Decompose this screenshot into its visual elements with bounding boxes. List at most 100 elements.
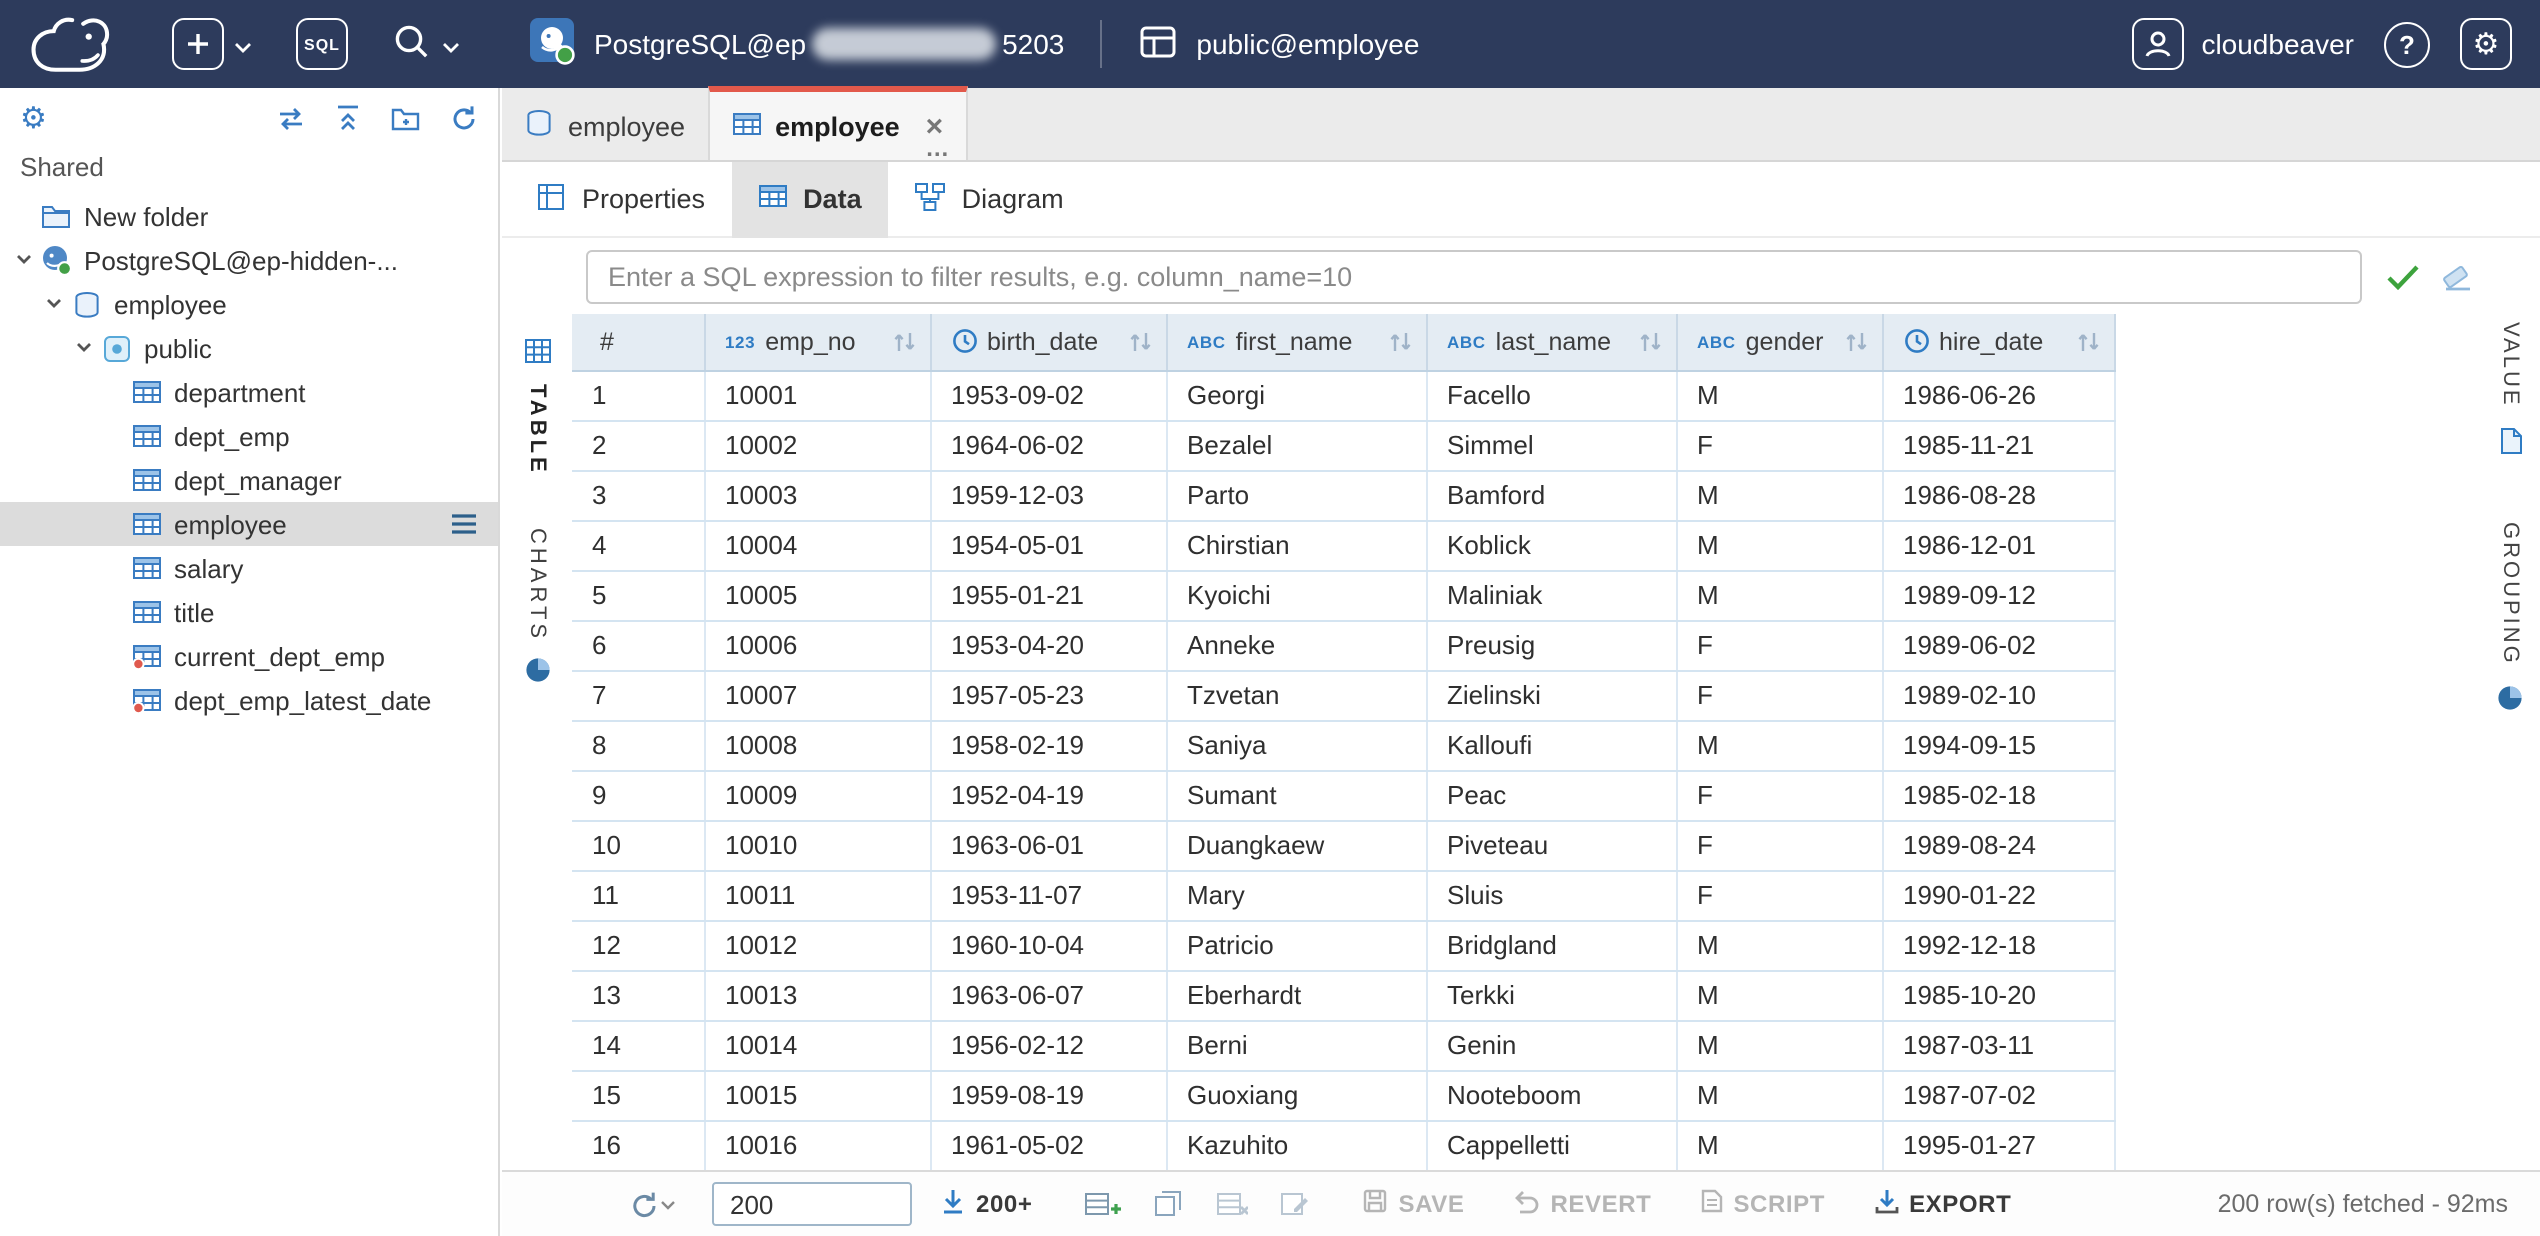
- grid-cell[interactable]: 1964-06-02: [930, 420, 1166, 470]
- grid-cell[interactable]: 1956-02-12: [930, 1020, 1166, 1070]
- grid-cell[interactable]: Piveteau: [1426, 820, 1676, 870]
- grid-cell[interactable]: Genin: [1426, 1020, 1676, 1070]
- column-header-emp_no[interactable]: 123emp_no: [704, 314, 930, 370]
- panel-tab-value[interactable]: VALUE: [2497, 322, 2523, 462]
- grid-cell[interactable]: Kyoichi: [1166, 570, 1426, 620]
- add-row-icon[interactable]: [1084, 1190, 1122, 1218]
- connection-search-button[interactable]: [392, 21, 460, 67]
- connection-selector[interactable]: PostgreSQL@ep 5203: [528, 17, 1064, 71]
- grid-cell[interactable]: 1985-10-20: [1882, 970, 2114, 1020]
- export-button[interactable]: EXPORT: [1873, 1188, 2011, 1220]
- fetch-size-input[interactable]: [712, 1182, 912, 1226]
- grid-cell[interactable]: M: [1676, 520, 1882, 570]
- refresh-icon[interactable]: [450, 104, 478, 132]
- grid-cell[interactable]: Terkki: [1426, 970, 1676, 1020]
- grid-cell[interactable]: Sluis: [1426, 870, 1676, 920]
- grid-cell[interactable]: 1957-05-23: [930, 670, 1166, 720]
- grid-cell[interactable]: 10015: [704, 1070, 930, 1120]
- grid-cell[interactable]: 1995-01-27: [1882, 1120, 2114, 1170]
- fetch-more-button[interactable]: 200+: [940, 1188, 1032, 1220]
- grid-cell[interactable]: F: [1676, 420, 1882, 470]
- column-header-first_name[interactable]: ABCfirst_name: [1166, 314, 1426, 370]
- grid-cell[interactable]: 1986-08-28: [1882, 470, 2114, 520]
- grid-cell[interactable]: Kazuhito: [1166, 1120, 1426, 1170]
- sort-icon[interactable]: [1387, 330, 1413, 354]
- tab-data[interactable]: Data: [731, 161, 888, 237]
- presentation-tab-table[interactable]: TABLE: [523, 338, 551, 476]
- grid-cell[interactable]: 10008: [704, 720, 930, 770]
- grid-cell[interactable]: Duangkaew: [1166, 820, 1426, 870]
- settings-gear-icon[interactable]: ⚙: [2460, 18, 2512, 70]
- grid-cell[interactable]: Peac: [1426, 770, 1676, 820]
- grid-cell[interactable]: Nooteboom: [1426, 1070, 1676, 1120]
- presentation-tab-charts[interactable]: CHARTS: [523, 528, 551, 690]
- tree-item-dept_emp_latest_date[interactable]: dept_emp_latest_date: [0, 678, 498, 722]
- sql-editor-button[interactable]: SQL: [296, 18, 348, 70]
- grid-cell[interactable]: F: [1676, 620, 1882, 670]
- user-menu[interactable]: cloudbeaver: [2131, 18, 2354, 70]
- apply-filter-check-icon[interactable]: [2386, 263, 2420, 289]
- tab-employee-table[interactable]: employee × …: [707, 86, 967, 160]
- grid-cell[interactable]: 1960-10-04: [930, 920, 1166, 970]
- grid-cell[interactable]: 10005: [704, 570, 930, 620]
- grid-cell[interactable]: 10006: [704, 620, 930, 670]
- grid-cell[interactable]: 10004: [704, 520, 930, 570]
- grid-cell[interactable]: 10014: [704, 1020, 930, 1070]
- tree-item-employee[interactable]: employee: [0, 282, 498, 326]
- grid-cell[interactable]: M: [1676, 370, 1882, 420]
- grid-cell[interactable]: 1953-11-07: [930, 870, 1166, 920]
- grid-cell[interactable]: 1955-01-21: [930, 570, 1166, 620]
- tab-diagram[interactable]: Diagram: [888, 161, 1090, 237]
- grid-cell[interactable]: 1989-06-02: [1882, 620, 2114, 670]
- caret-down-icon[interactable]: [68, 340, 98, 356]
- grid-cell[interactable]: 1987-03-11: [1882, 1020, 2114, 1070]
- grid-cell[interactable]: 10010: [704, 820, 930, 870]
- tree-item-public[interactable]: public: [0, 326, 498, 370]
- grid-cell[interactable]: 1961-05-02: [930, 1120, 1166, 1170]
- grid-cell[interactable]: M: [1676, 1020, 1882, 1070]
- grid-cell[interactable]: Bamford: [1426, 470, 1676, 520]
- grid-cell[interactable]: 1989-08-24: [1882, 820, 2114, 870]
- grid-cell[interactable]: 1958-02-19: [930, 720, 1166, 770]
- grid-cell[interactable]: Bezalel: [1166, 420, 1426, 470]
- new-folder-icon[interactable]: [390, 104, 422, 132]
- sort-icon[interactable]: [1637, 330, 1663, 354]
- column-header-hire_date[interactable]: hire_date: [1882, 314, 2114, 370]
- grid-cell[interactable]: 1953-04-20: [930, 620, 1166, 670]
- grid-cell[interactable]: 1986-12-01: [1882, 520, 2114, 570]
- grid-cell[interactable]: Parto: [1166, 470, 1426, 520]
- tree-item-salary[interactable]: salary: [0, 546, 498, 590]
- grid-cell[interactable]: Zielinski: [1426, 670, 1676, 720]
- sort-icon[interactable]: [1843, 330, 1869, 354]
- grid-cell[interactable]: 10016: [704, 1120, 930, 1170]
- grid-cell[interactable]: F: [1676, 770, 1882, 820]
- grid-cell[interactable]: Sumant: [1166, 770, 1426, 820]
- grid-cell[interactable]: 1952-04-19: [930, 770, 1166, 820]
- tree-item-department[interactable]: department: [0, 370, 498, 414]
- grid-cell[interactable]: 1953-09-02: [930, 370, 1166, 420]
- navigator-settings-icon[interactable]: ⚙: [20, 103, 47, 133]
- sync-with-editor-icon[interactable]: [276, 105, 306, 131]
- grid-cell[interactable]: 10002: [704, 420, 930, 470]
- tree-item-dept_emp[interactable]: dept_emp: [0, 414, 498, 458]
- tree-item-current_dept_emp[interactable]: current_dept_emp: [0, 634, 498, 678]
- grid-cell[interactable]: Mary: [1166, 870, 1426, 920]
- grid-cell[interactable]: 10012: [704, 920, 930, 970]
- grid-cell[interactable]: Bridgland: [1426, 920, 1676, 970]
- grid-cell[interactable]: M: [1676, 920, 1882, 970]
- grid-cell[interactable]: 1985-02-18: [1882, 770, 2114, 820]
- clear-filter-eraser-icon[interactable]: [2440, 261, 2474, 291]
- grid-cell[interactable]: Tzvetan: [1166, 670, 1426, 720]
- grid-cell[interactable]: 10003: [704, 470, 930, 520]
- grid-cell[interactable]: 1963-06-01: [930, 820, 1166, 870]
- tab-employee-object[interactable]: employee: [502, 86, 707, 160]
- collapse-all-icon[interactable]: [334, 104, 362, 132]
- grid-cell[interactable]: Simmel: [1426, 420, 1676, 470]
- refresh-results-button[interactable]: [630, 1189, 676, 1219]
- grid-cell[interactable]: Eberhardt: [1166, 970, 1426, 1020]
- schema-selector[interactable]: public@employee: [1138, 21, 1419, 67]
- grid-cell[interactable]: Saniya: [1166, 720, 1426, 770]
- grid-cell[interactable]: 10009: [704, 770, 930, 820]
- tree-item-postgresql-ep-hidden[interactable]: PostgreSQL@ep-hidden-...: [0, 238, 498, 282]
- grid-cell[interactable]: Guoxiang: [1166, 1070, 1426, 1120]
